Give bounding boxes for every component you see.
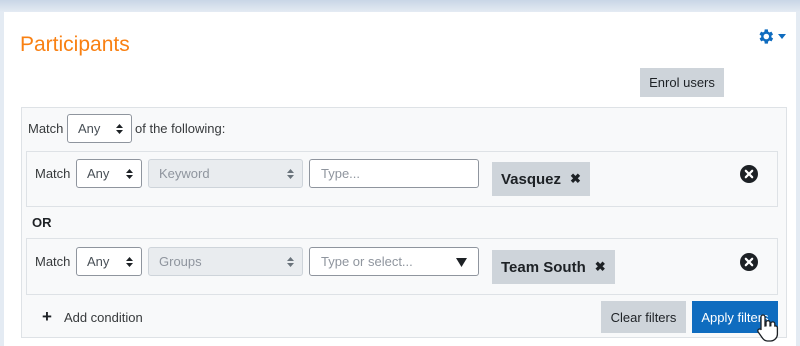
dropdown-triangle-icon[interactable]	[456, 258, 467, 267]
selected-value-tag[interactable]: Vasquez ✖	[492, 162, 590, 196]
group-autocomplete-input[interactable]: Type or select...	[309, 247, 479, 276]
add-condition-button[interactable]: + Add condition	[42, 307, 143, 326]
caret-down-icon	[778, 33, 786, 39]
gear-icon	[756, 27, 775, 46]
select-value: Keyword	[159, 166, 210, 181]
tag-label: Vasquez	[501, 170, 562, 188]
select-arrows-icon	[287, 257, 294, 267]
page-title: Participants	[20, 33, 130, 56]
input-placeholder: Type...	[321, 166, 361, 181]
filter-type-select: Keyword	[148, 159, 303, 188]
select-value: Any	[87, 254, 110, 269]
select-value: Any	[87, 166, 110, 181]
plus-icon: +	[42, 307, 52, 326]
row-match-label: Match	[35, 254, 71, 269]
select-arrows-icon	[116, 124, 123, 134]
match-join-select[interactable]: Any	[67, 114, 132, 143]
hand-pointer-cursor-icon	[757, 314, 779, 342]
root-suffix-label: of the following:	[135, 121, 226, 136]
tag-remove-icon[interactable]: ✖	[570, 171, 581, 187]
add-condition-label: Add condition	[63, 309, 143, 325]
or-join-label: OR	[32, 215, 52, 230]
keyword-input[interactable]: Type...	[309, 159, 479, 188]
select-value: Groups	[159, 254, 202, 269]
tag-label: Team South	[501, 258, 586, 276]
row-match-select[interactable]: Any	[76, 247, 142, 276]
input-placeholder: Type or select...	[321, 254, 413, 269]
select-arrows-icon	[287, 169, 294, 179]
settings-menu-button[interactable]	[756, 27, 792, 45]
tag-remove-icon[interactable]: ✖	[595, 259, 606, 275]
select-arrows-icon	[126, 257, 133, 267]
select-arrows-icon	[126, 169, 133, 179]
close-circle-icon[interactable]	[740, 165, 758, 183]
clear-filters-button[interactable]: Clear filters	[601, 301, 686, 333]
filter-type-select: Groups	[148, 247, 303, 276]
row-match-label: Match	[35, 166, 71, 181]
row-match-select[interactable]: Any	[76, 159, 142, 188]
selected-value-tag[interactable]: Team South ✖	[492, 250, 615, 284]
select-value: Any	[78, 121, 101, 136]
close-circle-icon[interactable]	[740, 253, 758, 271]
enrol-users-button[interactable]: Enrol users	[640, 68, 724, 97]
match-label: Match	[28, 121, 64, 136]
